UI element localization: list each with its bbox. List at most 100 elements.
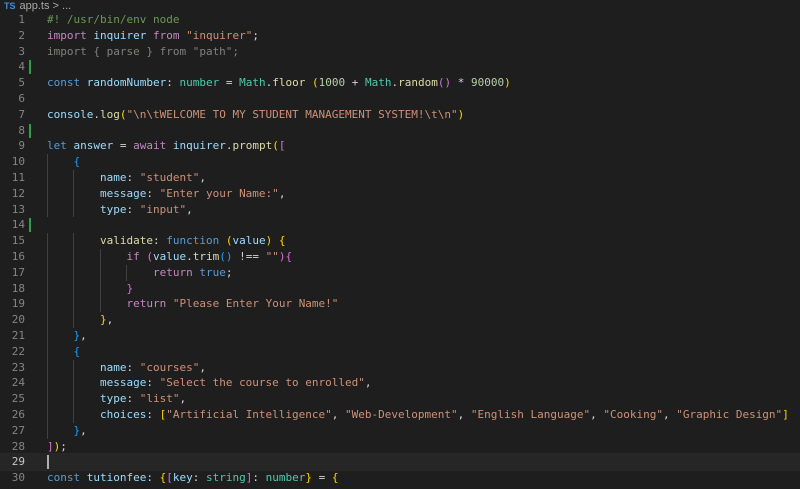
code-token: #! /usr/bin/env node [47,13,180,26]
git-change-marker[interactable] [29,218,31,233]
code-line[interactable]: 25 type: "list", [0,391,800,407]
code-line[interactable]: 29 [0,453,800,472]
code-token: , [278,186,286,200]
code-line[interactable]: 1 #! /usr/bin/env node [0,12,800,28]
code-token: trim [192,249,220,263]
code-text[interactable]: return "Please Enter Your Name!" [47,296,338,312]
code-text[interactable]: name: "courses", [47,360,206,376]
code-line[interactable]: 5 const randomNumber: number = Math.floor… [0,75,800,91]
code-line[interactable]: 6 [0,91,800,107]
code-token: key [172,471,193,485]
code-line[interactable]: 28]); [0,439,800,455]
code-line[interactable]: 12 message: "Enter your Name:", [0,185,800,202]
code-line[interactable]: 30 const tutionfee: {[key: string]: numbe… [0,470,800,486]
code-token: , [199,170,206,184]
code-line[interactable]: 14 [0,217,800,233]
code-token: () [437,76,452,90]
code-text[interactable]: type: "list", [47,391,186,407]
code-text[interactable]: }, [47,312,113,328]
code-token: : [126,392,140,406]
code-text[interactable]: message: "Select the course to enrolled"… [47,375,372,391]
breadcrumb-separator[interactable]: > ... [53,0,72,12]
code-line[interactable]: 2 import inquirer from "inquirer"; [0,28,800,44]
code-line[interactable]: 24 message: "Select the course to enroll… [0,375,800,392]
code-text[interactable]: }, [47,328,87,344]
code-text[interactable]: choices: ["Artificial Intelligence", "We… [47,407,789,423]
code-token: true [199,265,226,279]
git-change-marker[interactable] [29,123,31,138]
code-line[interactable]: 22 { [0,343,800,360]
code-line[interactable]: 13 type: "input", [0,201,800,218]
code-line[interactable]: 18 } [0,280,800,297]
code-token: { [285,249,293,263]
code-line[interactable]: 10 { [0,154,800,170]
code-token: "input" [139,202,187,216]
code-line[interactable]: 21 }, [0,327,800,344]
code-text[interactable]: }, [47,423,87,439]
code-line[interactable]: 3 import { parse } from "path"; [0,44,800,60]
code-line[interactable]: 17 return true; [0,264,800,281]
code-text[interactable]: const randomNumber: number = Math.floor … [47,75,511,91]
line-number: 29 [11,455,25,469]
code-token: number [265,471,306,485]
code-token: type [99,202,127,216]
code-token: answer [73,139,114,153]
code-line[interactable]: 7 console.log("\n\tWELCOME TO MY STUDENT … [0,107,800,123]
code-token: Math [364,76,392,90]
code-text[interactable]: import { parse } from "path"; [47,44,239,60]
breadcrumb-file[interactable]: app.ts [20,0,50,12]
breadcrumb[interactable]: TS app.ts > ... [0,0,800,12]
code-text[interactable]: console.log("\n\tWELCOME TO MY STUDENT M… [47,107,464,123]
code-token: ) [504,76,511,90]
code-text[interactable]: { [47,154,81,170]
code-editor[interactable]: 1 #! /usr/bin/env node 2 import inquirer fr… [0,12,800,489]
code-line[interactable]: 16 if (value.trim() !== ""){ [0,248,800,265]
code-token: if [126,249,140,263]
code-text[interactable]: const tutionfee: {[key: string]: number}… [47,470,338,486]
code-token: ; [225,265,233,279]
code-token: "Select the course to enrolled" [159,376,365,390]
code-line[interactable]: 26 choices: ["Artificial Intelligence", … [0,406,800,423]
code-token: !== [232,249,266,263]
code-token: } [305,471,312,485]
code-line[interactable]: 27 }, [0,422,800,439]
code-line[interactable]: 23 name: "courses", [0,359,800,376]
code-line[interactable]: 19 return "Please Enter Your Name!" [0,296,800,313]
line-number: 6 [18,91,25,105]
code-token: "Please Enter Your Name!" [172,297,339,311]
code-text[interactable]: } [47,281,133,297]
code-token: [ [278,139,286,153]
code-text[interactable]: message: "Enter your Name:", [47,186,285,202]
code-text[interactable]: if (value.trim() !== ""){ [47,249,292,265]
code-text[interactable]: type: "input", [47,202,193,218]
line-number: 3 [18,44,25,58]
code-token: : [146,186,160,200]
code-token: inquirer [172,139,226,153]
code-line[interactable]: 4 [0,59,800,75]
code-text[interactable]: validate: function (value) { [47,233,285,249]
code-line[interactable]: 11 name: "student", [0,169,800,186]
line-number: 15 [11,234,25,248]
code-text[interactable]: return true; [47,265,233,281]
code-line[interactable]: 15 validate: function (value) { [0,233,800,249]
code-text[interactable]: { [47,344,81,360]
code-text[interactable]: #! /usr/bin/env node [47,12,179,28]
code-text[interactable]: ]); [47,439,67,455]
git-change-marker[interactable] [29,60,31,75]
code-token: = [219,76,240,90]
code-text[interactable]: import inquirer from "inquirer"; [47,28,259,44]
code-text[interactable]: let answer = await inquirer.prompt([ [47,138,285,154]
code-token: name [99,170,127,184]
code-line[interactable]: 9 let answer = await inquirer.prompt([ [0,138,800,154]
code-line[interactable]: 20 }, [0,312,800,328]
code-text[interactable]: name: "student", [47,170,206,186]
code-line[interactable]: 8 [0,123,800,139]
